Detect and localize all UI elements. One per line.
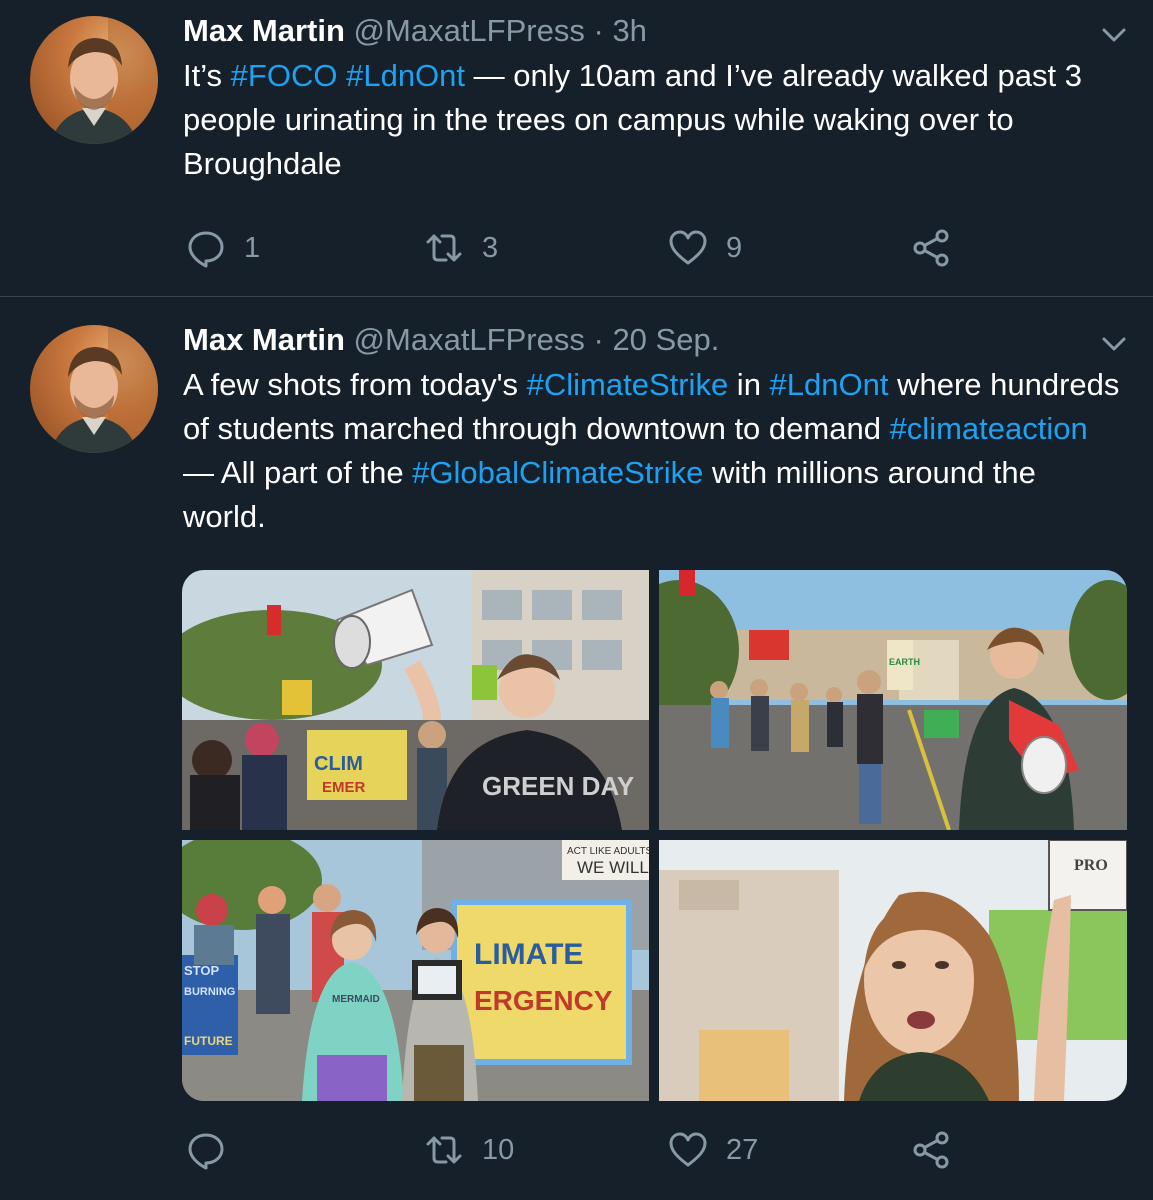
reply-button[interactable] <box>186 1125 244 1175</box>
chevron-down-icon[interactable] <box>1099 20 1129 50</box>
hashtag-link[interactable]: #LdnOnt <box>346 58 465 93</box>
hashtag-link[interactable]: #GlobalClimateStrike <box>412 455 703 490</box>
retweet-button[interactable]: 10 <box>424 1125 514 1175</box>
sign-text: FUTURE <box>184 1034 233 1048</box>
separator: · <box>593 322 604 357</box>
share-button[interactable] <box>912 1125 970 1175</box>
like-icon <box>669 1132 707 1167</box>
sign-text: LIMATE <box>474 938 583 971</box>
sign-text: EARTH <box>889 657 920 667</box>
author-handle[interactable]: @MaxatLFPress <box>354 322 585 357</box>
retweet-button[interactable]: 3 <box>424 223 498 273</box>
share-icon <box>913 229 949 267</box>
reply-button[interactable]: 1 <box>186 223 260 273</box>
tweet[interactable]: Max Martin @MaxatLFPress · 3h It’s #FOCO… <box>0 0 1153 297</box>
text-segment: It’s <box>183 58 231 93</box>
retweet-count: 3 <box>482 231 499 264</box>
author-name[interactable]: Max Martin <box>183 322 345 357</box>
tweet-actions: 10 27 <box>0 1125 1153 1175</box>
author-name[interactable]: Max Martin <box>183 13 345 48</box>
sign-text: CLIM <box>314 753 363 775</box>
reply-icon <box>188 1133 224 1170</box>
like-count: 9 <box>726 231 743 264</box>
tweet-header: Max Martin @MaxatLFPress · 3h <box>183 12 647 50</box>
tweet-actions: 1 3 9 <box>0 223 1153 273</box>
hashtag-link[interactable]: #ClimateStrike <box>527 367 729 402</box>
chevron-down-icon[interactable] <box>1099 329 1129 359</box>
tweet-text: It’s #FOCO #LdnOnt — only 10am and I’ve … <box>183 54 1123 186</box>
reply-count: 1 <box>244 231 261 264</box>
retweet-icon <box>426 234 462 262</box>
text-segment: — All part of the <box>183 455 413 490</box>
sign-text: BURNING <box>184 986 235 998</box>
hashtag-link[interactable]: #FOCO <box>231 58 338 93</box>
retweet-icon <box>426 1136 462 1164</box>
shirt-text: MERMAID <box>332 994 380 1005</box>
like-count: 27 <box>726 1133 759 1166</box>
photo-3[interactable]: ACT LIKE ADULTS WE WILL LIMATE ERGENCY S… <box>182 840 649 1101</box>
sign-text: EMER <box>322 779 366 796</box>
separator: · <box>593 13 604 48</box>
share-icon <box>913 1131 949 1169</box>
photo-grid: CLIM EMER GREEN DAY EARTH ACT LIKE ADULT… <box>182 570 1127 1101</box>
like-button[interactable]: 27 <box>668 1125 758 1175</box>
text-segment: A few shots from today's <box>183 367 527 402</box>
tweet[interactable]: Max Martin @MaxatLFPress · 20 Sep. A few… <box>0 297 1153 1200</box>
author-handle[interactable]: @MaxatLFPress <box>354 13 585 48</box>
reply-icon <box>188 231 224 268</box>
shirt-text: GREEN DAY <box>482 771 634 801</box>
sign-text: PRO <box>1074 857 1108 874</box>
sign-text: ACT LIKE ADULTS <box>567 846 649 857</box>
hashtag-link[interactable]: #LdnOnt <box>770 367 889 402</box>
photo-4[interactable]: PRO <box>659 840 1127 1101</box>
tweet-header: Max Martin @MaxatLFPress · 20 Sep. <box>183 321 719 359</box>
sign-text: ERGENCY <box>474 985 613 1016</box>
avatar[interactable] <box>30 16 158 144</box>
like-icon <box>669 230 707 265</box>
like-button[interactable]: 9 <box>668 223 742 273</box>
photo-2[interactable]: EARTH <box>659 570 1127 830</box>
tweet-text: A few shots from today's #ClimateStrike … <box>183 363 1123 539</box>
hashtag-link[interactable]: #climateaction <box>890 411 1088 446</box>
text-segment: in <box>728 367 770 402</box>
avatar[interactable] <box>30 325 158 453</box>
retweet-count: 10 <box>482 1133 515 1166</box>
text-segment <box>337 58 346 93</box>
timestamp[interactable]: 3h <box>612 13 646 48</box>
sign-text: WE WILL <box>577 858 649 877</box>
sign-text: STOP <box>184 963 219 978</box>
photo-1[interactable]: CLIM EMER GREEN DAY <box>182 570 649 830</box>
timestamp[interactable]: 20 Sep. <box>612 322 719 357</box>
share-button[interactable] <box>912 223 970 273</box>
